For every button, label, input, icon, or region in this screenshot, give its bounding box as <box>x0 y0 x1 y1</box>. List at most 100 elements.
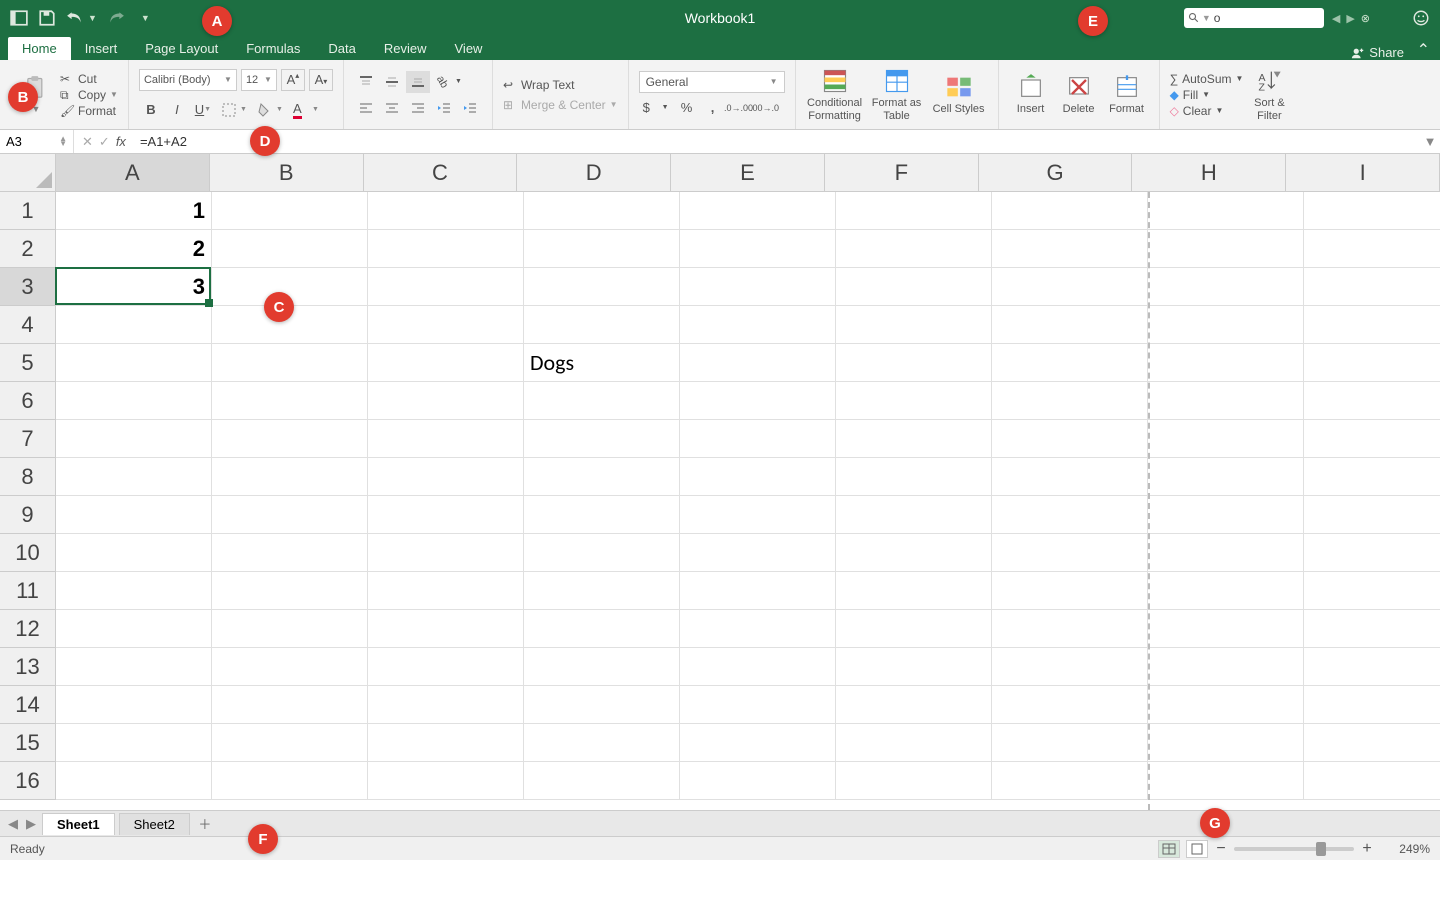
cell[interactable] <box>1304 420 1440 458</box>
cell[interactable] <box>680 230 836 268</box>
cell[interactable] <box>524 458 680 496</box>
cell[interactable] <box>524 572 680 610</box>
cell[interactable] <box>992 192 1148 230</box>
column-header[interactable]: E <box>671 154 825 191</box>
cell[interactable] <box>56 610 212 648</box>
cell[interactable] <box>212 648 368 686</box>
cell[interactable]: 3 <box>56 268 212 306</box>
cell[interactable] <box>836 648 992 686</box>
cell[interactable] <box>992 572 1148 610</box>
column-header[interactable]: G <box>979 154 1133 191</box>
cell[interactable] <box>680 762 836 800</box>
paste-button[interactable]: ▼ <box>16 75 56 115</box>
zoom-in-button[interactable]: + <box>1360 840 1374 858</box>
font-size-combo[interactable]: 12▼ <box>241 69 277 91</box>
wrap-text-button[interactable]: ↩Wrap Text <box>503 78 618 92</box>
cell[interactable] <box>212 496 368 534</box>
decrease-indent-button[interactable] <box>432 97 456 119</box>
cell[interactable] <box>212 534 368 572</box>
cancel-formula-icon[interactable]: ✕ <box>82 134 93 150</box>
cell[interactable] <box>1148 648 1304 686</box>
decrease-font-button[interactable]: A▾ <box>309 69 333 91</box>
cell[interactable] <box>836 610 992 648</box>
bold-button[interactable]: B <box>139 99 163 121</box>
cell[interactable] <box>680 382 836 420</box>
tab-page-layout[interactable]: Page Layout <box>131 37 232 60</box>
increase-indent-button[interactable] <box>458 97 482 119</box>
cell[interactable] <box>1304 724 1440 762</box>
cell[interactable] <box>680 686 836 724</box>
enter-formula-icon[interactable]: ✓ <box>99 134 110 150</box>
cell[interactable] <box>368 344 524 382</box>
cell[interactable] <box>1304 268 1440 306</box>
decrease-decimal-button[interactable]: .00→.0 <box>753 97 777 119</box>
cell[interactable] <box>836 420 992 458</box>
cell[interactable] <box>1304 458 1440 496</box>
cell[interactable] <box>368 724 524 762</box>
cell[interactable] <box>56 648 212 686</box>
column-header[interactable]: B <box>210 154 364 191</box>
cell[interactable] <box>836 534 992 572</box>
column-header[interactable]: D <box>517 154 671 191</box>
cell[interactable] <box>992 230 1148 268</box>
cell[interactable] <box>1304 686 1440 724</box>
add-sheet-button[interactable]: ＋ <box>194 814 216 833</box>
cell[interactable] <box>212 610 368 648</box>
cell[interactable] <box>836 306 992 344</box>
cell[interactable] <box>836 230 992 268</box>
row-header[interactable]: 15 <box>0 724 56 762</box>
cell[interactable] <box>680 724 836 762</box>
cell[interactable] <box>992 496 1148 534</box>
cell[interactable] <box>368 458 524 496</box>
cell[interactable] <box>836 382 992 420</box>
cell[interactable] <box>212 344 368 382</box>
cell[interactable] <box>836 344 992 382</box>
cell[interactable] <box>992 458 1148 496</box>
search-nav[interactable]: ◀ ▶ ⊗ <box>1332 12 1370 25</box>
row-header[interactable]: 7 <box>0 420 56 458</box>
cell[interactable] <box>524 648 680 686</box>
cell[interactable] <box>1148 534 1304 572</box>
cell[interactable] <box>836 496 992 534</box>
cell[interactable] <box>524 762 680 800</box>
font-color-button[interactable]: A▼ <box>289 99 323 121</box>
cell[interactable] <box>992 534 1148 572</box>
cell[interactable] <box>368 610 524 648</box>
cell[interactable] <box>1148 382 1304 420</box>
border-button[interactable]: ▼ <box>217 99 251 121</box>
cell[interactable] <box>212 306 368 344</box>
cell[interactable] <box>56 724 212 762</box>
cell[interactable] <box>992 648 1148 686</box>
cell[interactable] <box>680 496 836 534</box>
cell[interactable] <box>1304 344 1440 382</box>
cell[interactable] <box>680 344 836 382</box>
cell[interactable] <box>836 724 992 762</box>
row-header[interactable]: 16 <box>0 762 56 800</box>
comma-button[interactable]: , <box>701 97 725 119</box>
cell[interactable] <box>368 382 524 420</box>
align-center-button[interactable] <box>380 97 404 119</box>
row-header[interactable]: 10 <box>0 534 56 572</box>
cell[interactable] <box>680 420 836 458</box>
cell[interactable] <box>1148 686 1304 724</box>
search-prev-icon[interactable]: ◀ <box>1332 12 1340 25</box>
cell[interactable] <box>680 572 836 610</box>
search-input[interactable]: ▼ o <box>1184 8 1324 28</box>
increase-font-button[interactable]: A▴ <box>281 69 305 91</box>
cell[interactable] <box>1148 420 1304 458</box>
cell[interactable]: 1 <box>56 192 212 230</box>
save-icon[interactable] <box>38 9 56 27</box>
tab-data[interactable]: Data <box>314 37 369 60</box>
row-header[interactable]: 13 <box>0 648 56 686</box>
cell[interactable] <box>524 686 680 724</box>
cell[interactable] <box>680 192 836 230</box>
redo-icon[interactable] <box>107 9 125 27</box>
row-header[interactable]: 6 <box>0 382 56 420</box>
cell[interactable] <box>368 762 524 800</box>
cell[interactable] <box>212 192 368 230</box>
cell[interactable] <box>1304 762 1440 800</box>
cell[interactable] <box>1148 306 1304 344</box>
align-left-button[interactable] <box>354 97 378 119</box>
cell[interactable] <box>368 192 524 230</box>
cell[interactable] <box>680 534 836 572</box>
